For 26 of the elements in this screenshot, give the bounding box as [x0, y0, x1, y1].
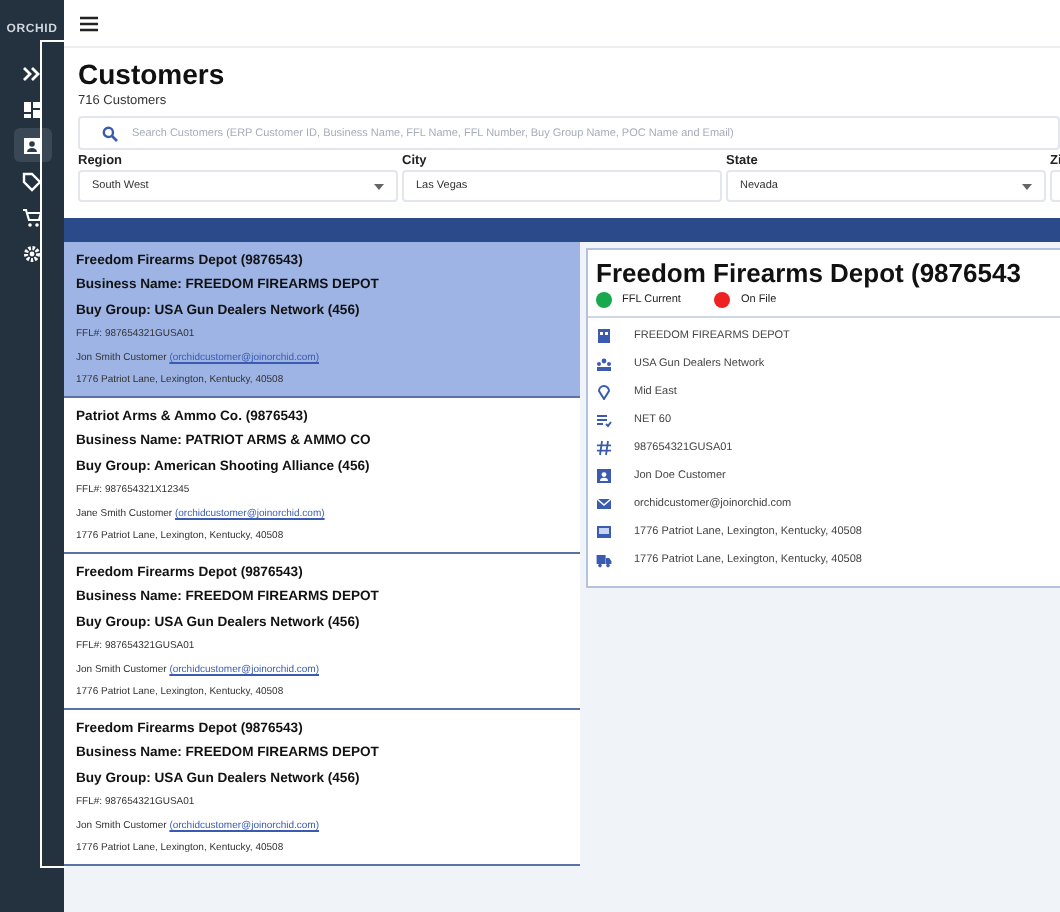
customer-card[interactable]	[64, 554, 580, 710]
contact-card-icon	[596, 468, 612, 484]
customer-card[interactable]	[64, 242, 580, 398]
caret-icon	[1022, 183, 1032, 189]
truck-icon	[596, 552, 612, 568]
card-icon	[596, 524, 612, 540]
menu-icon[interactable]	[80, 15, 98, 31]
tag-icon	[22, 171, 42, 191]
hash-icon	[596, 440, 612, 456]
building-icon	[596, 328, 612, 344]
page-title: Customers	[78, 58, 227, 90]
caret-icon	[374, 183, 384, 189]
cart-icon	[22, 207, 42, 227]
settings-icon	[22, 243, 42, 263]
mail-icon	[596, 496, 612, 512]
search-icon	[102, 125, 118, 141]
detail-title: Freedom Firearms Depot (9876543	[594, 256, 1023, 292]
people-icon	[596, 356, 612, 372]
customer-card[interactable]	[64, 398, 580, 554]
sidebar-item[interactable]	[13, 128, 51, 162]
customer-card[interactable]	[64, 710, 580, 866]
dashboard-icon	[22, 99, 42, 119]
contact-card-icon	[22, 135, 42, 155]
list-icon	[596, 412, 612, 428]
double-chevron-icon	[22, 63, 42, 83]
pin-icon	[596, 384, 612, 400]
